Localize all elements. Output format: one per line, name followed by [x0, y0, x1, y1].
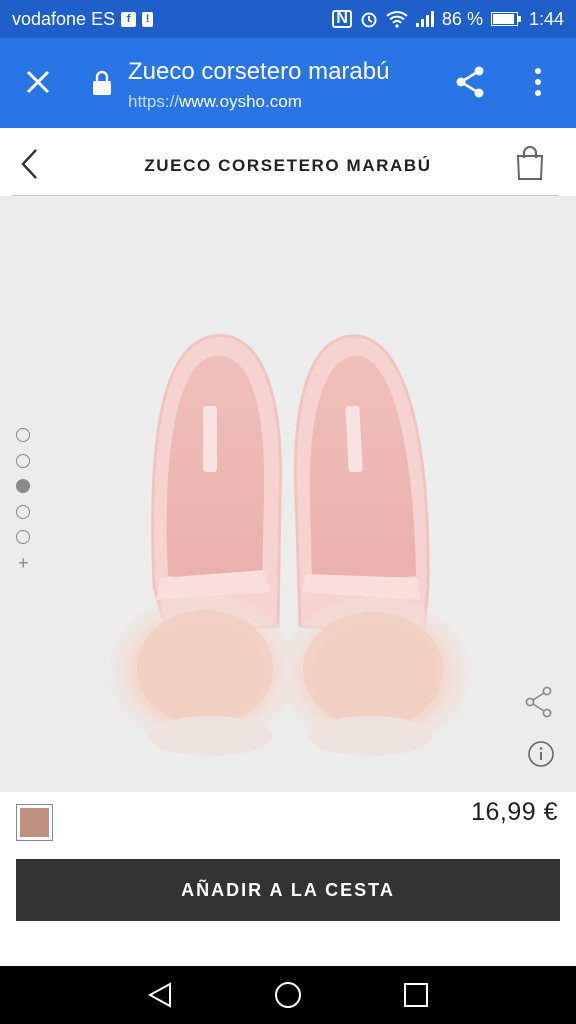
nav-recents-icon[interactable]	[403, 982, 429, 1008]
product-price: 16,99 €	[471, 798, 558, 826]
gallery-dot-2[interactable]	[16, 453, 30, 468]
system-navigation-bar	[0, 966, 576, 1024]
facebook-notification-icon: f	[121, 11, 137, 27]
browser-page-title[interactable]: Zueco corsetero marabú	[128, 58, 389, 86]
alert-notification-icon: !	[142, 11, 154, 27]
gallery-dot-5[interactable]	[16, 530, 30, 544]
gallery-dot-4[interactable]	[16, 504, 30, 519]
purchase-panel: 16,99 € AÑADIR A LA CESTA	[0, 792, 576, 966]
url-scheme: https://	[128, 92, 180, 111]
page-title: ZUECO CORSETERO MARABÚ	[144, 156, 432, 175]
url-host: www.oysho.com	[179, 92, 302, 111]
color-swatch-fill	[20, 808, 49, 837]
browser-toolbar: Zueco corsetero marabú https://www.oysho…	[0, 38, 576, 128]
color-swatch[interactable]	[16, 804, 53, 841]
gallery-dot-1[interactable]	[16, 428, 30, 442]
product-gallery[interactable]: +	[0, 196, 576, 792]
page-header: ZUECO CORSETERO MARABÚ	[0, 128, 576, 196]
lock-icon	[93, 70, 111, 95]
gallery-more[interactable]: +	[18, 554, 30, 572]
product-image[interactable]	[0, 196, 576, 792]
share-icon[interactable]	[452, 64, 488, 100]
clock: 1:44	[528, 8, 564, 29]
overflow-menu-icon[interactable]	[528, 66, 548, 98]
alarm-icon	[361, 12, 377, 28]
info-icon[interactable]	[527, 740, 555, 768]
browser-url[interactable]: https://www.oysho.com	[128, 92, 302, 112]
gallery-dot-3[interactable]	[16, 479, 30, 493]
nav-back-icon[interactable]	[146, 981, 174, 1009]
status-bar: vodafone ES f ! N 86 % 1:44	[0, 0, 576, 38]
wifi-icon	[386, 11, 408, 28]
battery-icon	[490, 12, 521, 26]
carrier-name: vodafone ES	[12, 8, 116, 29]
add-to-cart-button[interactable]: AÑADIR A LA CESTA	[16, 859, 560, 921]
nav-home-icon[interactable]	[274, 981, 302, 1009]
battery-percent: 86 %	[441, 8, 483, 29]
product-share-icon[interactable]	[524, 686, 554, 718]
nfc-icon: N	[332, 10, 352, 28]
shopping-bag-icon[interactable]	[514, 146, 546, 180]
signal-icon	[415, 11, 434, 27]
gallery-pagination: +	[16, 428, 30, 572]
close-icon[interactable]	[22, 66, 54, 98]
